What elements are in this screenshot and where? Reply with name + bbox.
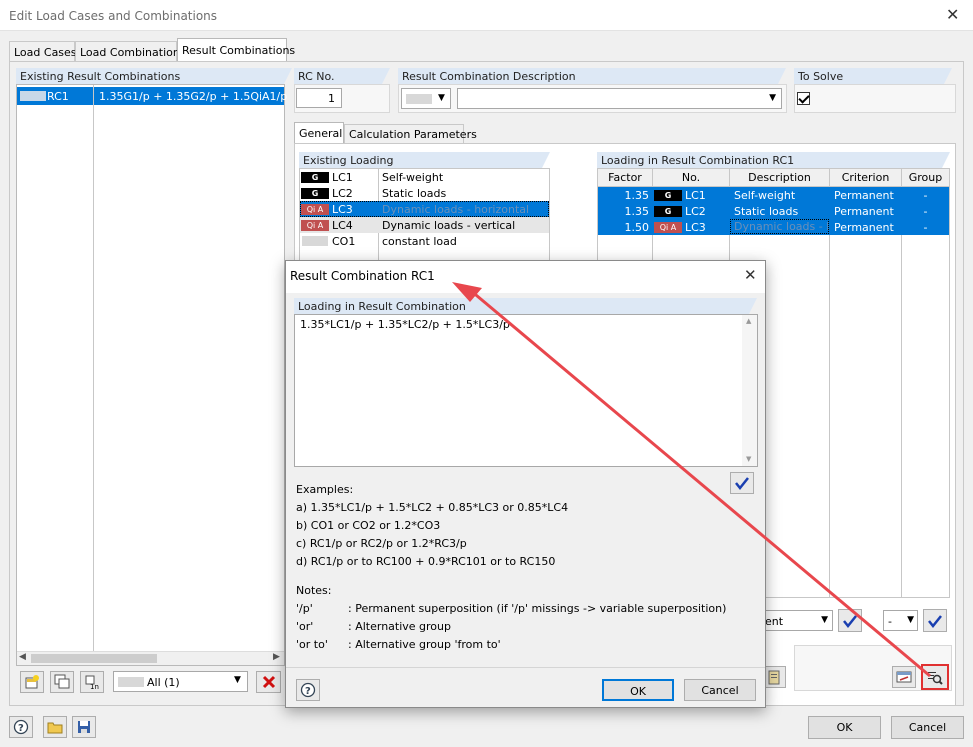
annotation-arrow — [452, 282, 931, 678]
arrow-line — [469, 288, 931, 678]
arrow-head — [452, 282, 482, 302]
